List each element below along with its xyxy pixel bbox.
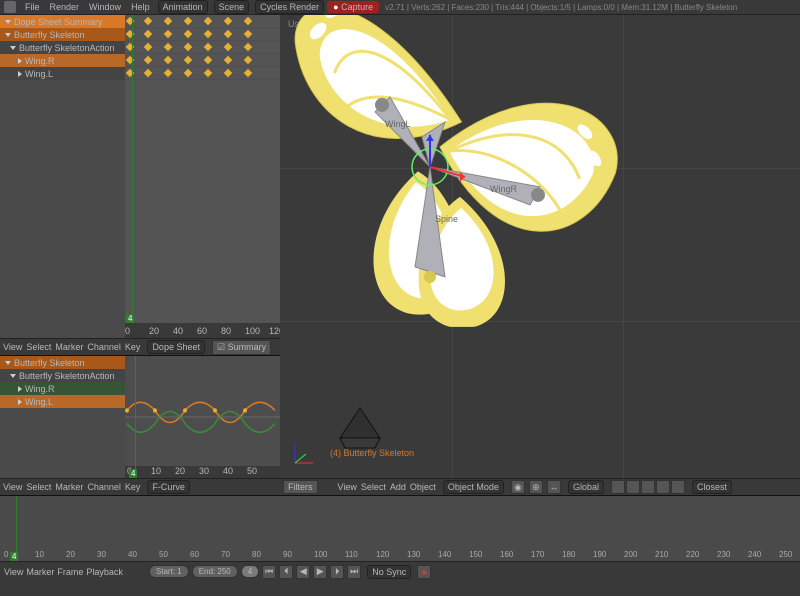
tl-menu-marker[interactable]: Marker (26, 567, 54, 577)
current-frame[interactable]: 4 (241, 565, 259, 578)
dope-summary-toggle[interactable]: ☑ Summary (212, 340, 271, 355)
menu-help[interactable]: Help (126, 2, 155, 12)
dope-summary-row[interactable]: Dope Sheet Summary (0, 15, 125, 28)
jump-end-icon[interactable]: ⏭ (347, 565, 361, 579)
record-icon[interactable]: ● (417, 565, 431, 579)
viewport-canvas[interactable]: User Ortho (280, 15, 800, 478)
vp-menu-select[interactable]: Select (361, 482, 386, 492)
blender-icon (4, 1, 16, 13)
dope-menu-select[interactable]: Select (26, 342, 51, 352)
vp-menu-add[interactable]: Add (390, 482, 406, 492)
fc-menu-channel[interactable]: Channel (87, 482, 121, 492)
dope-menu-marker[interactable]: Marker (55, 342, 83, 352)
dope-frame-scale: 020406080100120 (125, 323, 280, 338)
dope-menu-view[interactable]: View (3, 342, 22, 352)
dopesheet-editor: Dope Sheet Summary Butterfly Skeleton Bu… (0, 15, 280, 338)
keyframe-prev-icon[interactable]: ⏴ (279, 565, 293, 579)
manipulator-icon[interactable]: ↔ (547, 480, 561, 494)
butterfly-object[interactable]: WingL WingR Spine (430, 146, 650, 328)
start-frame[interactable]: Start: 1 (149, 565, 189, 578)
sync-selector[interactable]: No Sync (367, 565, 411, 579)
tl-menu-view[interactable]: View (4, 567, 23, 577)
fc-menu-key[interactable]: Key (125, 482, 141, 492)
filters-button[interactable]: Filters (283, 480, 318, 494)
viewport-3d: User Ortho (280, 15, 800, 495)
timeline-footer: View Marker Frame Playback Start: 1 End:… (0, 561, 800, 581)
fcurve-graph[interactable]: 01020304050 (125, 356, 280, 478)
layout-selector[interactable]: Animation (158, 0, 208, 14)
scene-stats: v2.71 | Verts:262 | Faces:230 | Tris:444… (385, 3, 737, 12)
menu-window[interactable]: Window (84, 2, 126, 12)
dope-channel-skeleton[interactable]: Butterfly Skeleton (0, 28, 125, 41)
menu-render[interactable]: Render (45, 2, 85, 12)
shade-sphere-icon[interactable]: ◉ (511, 480, 525, 494)
capture-button[interactable]: ● Capture (327, 1, 379, 13)
layer-buttons[interactable] (611, 480, 685, 494)
svg-text:WingL: WingL (385, 118, 411, 128)
dope-playhead[interactable] (132, 15, 133, 323)
dope-keyframe-area[interactable] (125, 15, 280, 323)
fc-menu-view[interactable]: View (3, 482, 22, 492)
dope-channel-action[interactable]: Butterfly SkeletonAction (0, 41, 125, 54)
tl-playhead[interactable] (16, 496, 17, 561)
fc-channel-action[interactable]: Butterfly SkeletonAction (0, 369, 125, 382)
engine-selector[interactable]: Cycles Render (255, 0, 324, 14)
vp-menu-view[interactable]: View (338, 482, 357, 492)
tl-menu-frame[interactable]: Frame (57, 567, 83, 577)
viewport-toolbar: Filters View Select Add Object Object Mo… (280, 478, 800, 495)
mode-selector[interactable]: Object Mode (443, 480, 504, 494)
dope-toolbar: View Select Marker Channel Key Dope Shee… (0, 338, 280, 355)
dope-mode[interactable]: Dope Sheet (147, 340, 205, 354)
fc-channel-wingl[interactable]: Wing.L (0, 395, 125, 408)
fc-menu-select[interactable]: Select (26, 482, 51, 492)
timeline-editor: /*ticks rendered below via spans*/ 01020… (0, 495, 800, 581)
dope-channel-wingl[interactable]: Wing.L (0, 67, 125, 80)
camera-object[interactable] (330, 403, 390, 453)
orientation-selector[interactable]: Global (568, 480, 604, 494)
fc-playhead[interactable] (135, 356, 136, 478)
menu-file[interactable]: File (20, 2, 45, 12)
fcurve-editor: Butterfly Skeleton Butterfly SkeletonAct… (0, 355, 280, 495)
dope-menu-key[interactable]: Key (125, 342, 141, 352)
axis-widget (290, 440, 318, 468)
scene-selector[interactable]: Scene (214, 0, 250, 14)
vp-menu-object[interactable]: Object (410, 482, 436, 492)
pivot-icon[interactable]: ⊕ (529, 480, 543, 494)
fc-channel-wingr[interactable]: Wing.R (0, 382, 125, 395)
dope-menu-channel[interactable]: Channel (87, 342, 121, 352)
end-frame[interactable]: End: 250 (192, 565, 238, 578)
play-reverse-icon[interactable]: ◀ (296, 565, 310, 579)
active-object-label: (4) Butterfly Skeleton (330, 448, 414, 458)
svg-text:WingR: WingR (490, 183, 518, 193)
left-column: Dope Sheet Summary Butterfly Skeleton Bu… (0, 15, 280, 495)
svg-text:Spine: Spine (435, 213, 458, 223)
tl-menu-playback[interactable]: Playback (86, 567, 123, 577)
play-icon[interactable]: ▶ (313, 565, 327, 579)
snap-selector[interactable]: Closest (692, 480, 732, 494)
fc-menu-marker[interactable]: Marker (55, 482, 83, 492)
fcurve-toolbar: View Select Marker Channel Key F-Curve (0, 478, 280, 495)
info-header: File Render Window Help Animation Scene … (0, 0, 800, 15)
jump-start-icon[interactable]: ⏮ (262, 565, 276, 579)
fc-mode[interactable]: F-Curve (147, 480, 190, 494)
dope-channel-wingr[interactable]: Wing.R (0, 54, 125, 67)
keyframe-next-icon[interactable]: ⏵ (330, 565, 344, 579)
fc-channel-skeleton[interactable]: Butterfly Skeleton (0, 356, 125, 369)
timeline-track[interactable]: /*ticks rendered below via spans*/ 01020… (0, 496, 800, 561)
